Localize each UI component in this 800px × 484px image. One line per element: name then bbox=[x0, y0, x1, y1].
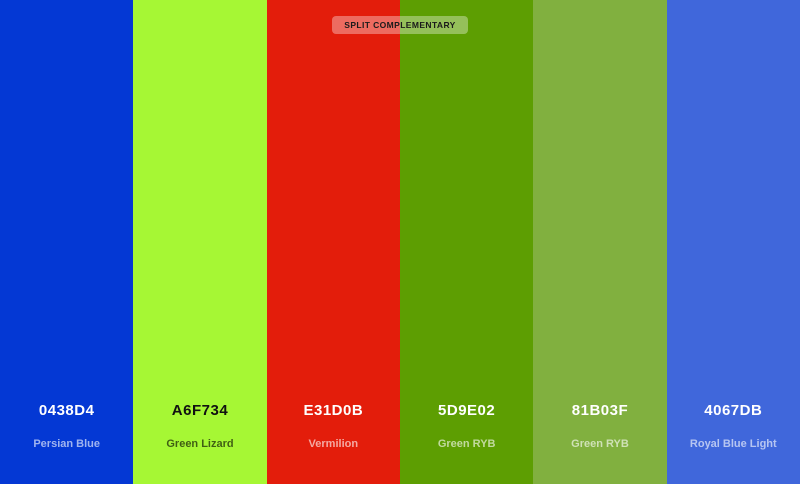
swatch-color-name: Persian Blue bbox=[33, 438, 100, 450]
swatch-color-name: Royal Blue Light bbox=[689, 438, 777, 450]
swatch-color-name: Green Lizard bbox=[166, 438, 234, 450]
swatch-hex-code[interactable]: E31D0B bbox=[267, 402, 400, 419]
swatch-color-name: Green RYB bbox=[437, 438, 496, 450]
color-swatch-5[interactable]: 81B03F Green RYB bbox=[533, 0, 667, 484]
swatch-hex-code[interactable]: 5D9E02 bbox=[400, 402, 533, 419]
swatch-color-name: Green RYB bbox=[571, 438, 629, 450]
color-swatch-1[interactable]: 0438D4 Persian Blue bbox=[0, 0, 134, 484]
swatch-hex-code[interactable]: 4067DB bbox=[667, 402, 800, 419]
swatch-hex-code[interactable]: 0438D4 bbox=[0, 402, 133, 419]
color-swatch-4[interactable]: 5D9E02 Green RYB bbox=[399, 0, 534, 484]
color-swatch-3[interactable]: E31D0B Vermilion bbox=[266, 0, 400, 484]
color-palette: 0438D4 Persian Blue A6F734 Green Lizard … bbox=[0, 0, 800, 484]
color-swatch-6[interactable]: 4067DB Royal Blue Light bbox=[666, 0, 800, 484]
swatch-hex-code[interactable]: 81B03F bbox=[533, 402, 666, 419]
swatch-color-name: Vermilion bbox=[308, 438, 359, 450]
swatch-hex-code[interactable]: A6F734 bbox=[133, 402, 266, 419]
color-swatch-2[interactable]: A6F734 Green Lizard bbox=[133, 0, 267, 484]
scheme-type-badge: SPLIT COMPLEMENTARY bbox=[332, 16, 468, 34]
